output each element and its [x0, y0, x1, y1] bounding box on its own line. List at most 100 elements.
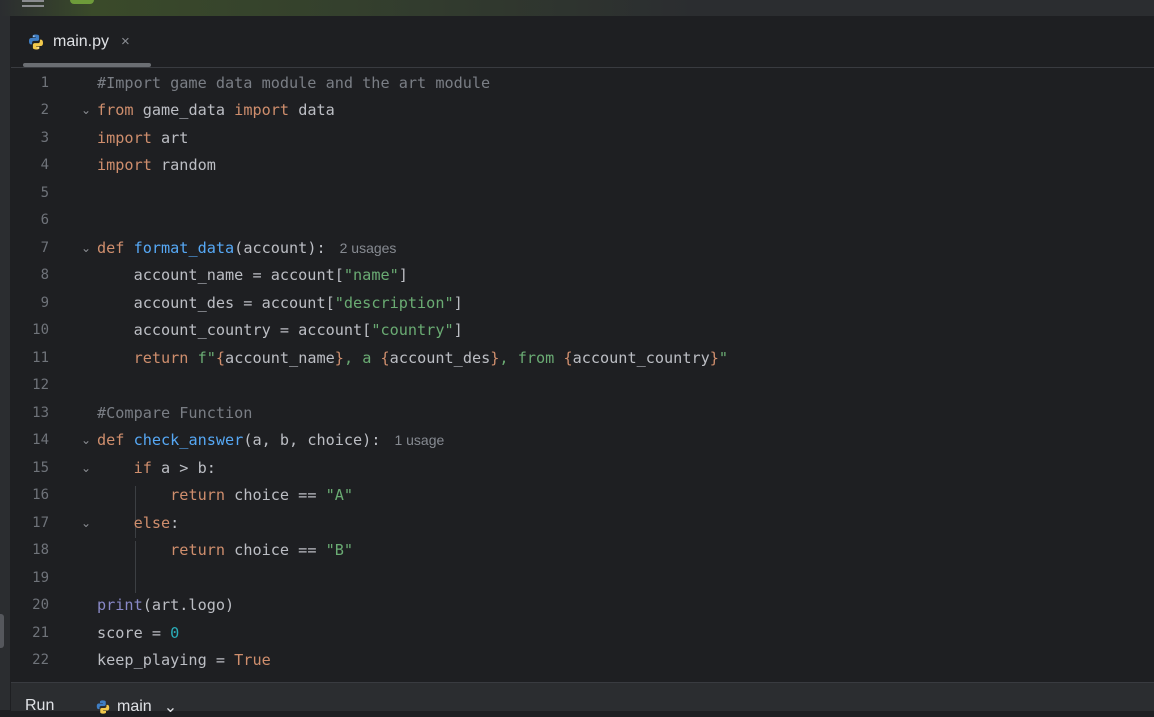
- code-line[interactable]: 6: [11, 207, 1154, 234]
- code-token: #Import game data module and the art mod…: [97, 73, 491, 92]
- code-line[interactable]: 21 score = 0: [11, 620, 1154, 647]
- chevron-down-icon[interactable]: ⌄: [164, 697, 177, 717]
- code-line[interactable]: 2 ⌄ from game_data import data: [11, 97, 1154, 124]
- code-token: format_data: [133, 238, 235, 257]
- code-token: (art.logo): [142, 596, 235, 614]
- line-number[interactable]: 1: [11, 70, 49, 97]
- code-token: "B": [325, 541, 354, 559]
- code-token: f": [197, 348, 216, 367]
- line-number[interactable]: 3: [11, 125, 49, 152]
- python-file-icon: [29, 34, 43, 49]
- tab-main-py[interactable]: main.py ×: [23, 16, 151, 67]
- code-line[interactable]: 20 print(art.logo): [11, 592, 1154, 619]
- fold-toggle-icon[interactable]: ⌄: [79, 427, 93, 454]
- usage-hint[interactable]: 1 usage: [394, 432, 444, 448]
- code-line[interactable]: 16 return choice == "A": [11, 482, 1154, 509]
- line-number[interactable]: 6: [11, 207, 49, 234]
- code-token: a > b:: [151, 458, 216, 477]
- line-number[interactable]: 15: [11, 455, 49, 482]
- code-line[interactable]: 22 keep_playing = True: [11, 647, 1154, 672]
- tool-window-marker[interactable]: [0, 614, 4, 648]
- code-line[interactable]: 13 #Compare Function: [11, 400, 1154, 427]
- code-token: game_data: [133, 101, 235, 119]
- code-line[interactable]: 17 ⌄ else:: [11, 510, 1154, 537]
- code-token: {: [563, 348, 573, 367]
- code-text: #Import game data module and the art mod…: [97, 70, 490, 97]
- line-number[interactable]: 14: [11, 427, 49, 454]
- code-line[interactable]: 8 account_name = account["name"]: [11, 262, 1154, 289]
- code-token: return: [133, 348, 198, 367]
- code-text: #Compare Function: [97, 400, 252, 427]
- line-number[interactable]: 18: [11, 537, 49, 564]
- code-token: score =: [97, 623, 171, 642]
- code-token: return: [170, 486, 226, 504]
- code-token: #Compare Function: [97, 403, 253, 422]
- editor-tab-bar: main.py ×: [11, 16, 1154, 68]
- code-text: def check_answer(a, b, choice): 1 usage: [97, 427, 444, 454]
- line-number[interactable]: 8: [11, 262, 49, 289]
- code-token: }: [334, 348, 344, 367]
- project-icon[interactable]: [70, 0, 94, 4]
- fold-toggle-icon[interactable]: ⌄: [79, 235, 93, 262]
- fold-toggle-icon[interactable]: ⌄: [79, 455, 93, 482]
- line-number[interactable]: 20: [11, 592, 49, 619]
- code-text: account_des = account["description"]: [97, 290, 463, 317]
- line-number[interactable]: 5: [11, 180, 49, 207]
- code-line[interactable]: 10 account_country = account["country"]: [11, 317, 1154, 344]
- close-tab-icon[interactable]: ×: [121, 33, 130, 50]
- code-text: print(art.logo): [97, 592, 234, 619]
- line-number[interactable]: 11: [11, 345, 49, 372]
- tab-label: main.py: [53, 32, 110, 50]
- code-line[interactable]: 9 account_des = account["description"]: [11, 290, 1154, 317]
- line-number[interactable]: 4: [11, 152, 49, 179]
- line-number[interactable]: 13: [11, 400, 49, 427]
- line-number[interactable]: 19: [11, 565, 49, 592]
- active-tab-indicator: [23, 63, 151, 67]
- code-line[interactable]: 3 import art: [11, 125, 1154, 152]
- code-token: choice ==: [225, 541, 326, 559]
- main-menu-icon[interactable]: [22, 0, 44, 7]
- code-line[interactable]: 15 ⌄ if a > b:: [11, 455, 1154, 482]
- line-number[interactable]: 21: [11, 620, 49, 647]
- code-line[interactable]: 7 ⌄ def format_data(account): 2 usages: [11, 235, 1154, 262]
- code-line[interactable]: 5: [11, 180, 1154, 207]
- line-number[interactable]: 10: [11, 317, 49, 344]
- code-token: ": [718, 348, 729, 367]
- code-editor[interactable]: 1 #Import game data module and the art mo…: [11, 68, 1154, 672]
- code-line[interactable]: 14 ⌄ def check_answer(a, b, choice): 1 usag…: [11, 427, 1154, 454]
- run-config-tab[interactable]: main ⌄: [95, 697, 177, 717]
- line-number[interactable]: 2: [11, 97, 49, 124]
- code-token: (a, b, choice):: [243, 431, 381, 449]
- code-token: "country": [371, 321, 454, 339]
- run-tool-window-title[interactable]: Run: [25, 697, 54, 715]
- code-text: def format_data(account): 2 usages: [97, 235, 396, 262]
- fold-toggle-icon[interactable]: ⌄: [79, 510, 93, 537]
- usage-hint[interactable]: 2 usages: [340, 240, 397, 256]
- code-text: import random: [97, 152, 216, 179]
- python-file-icon: [96, 700, 110, 714]
- code-token: (account):: [234, 238, 326, 257]
- code-token: {: [215, 348, 226, 367]
- line-number[interactable]: 22: [11, 647, 49, 672]
- code-text: return f"{account_name}, a {account_des}…: [97, 345, 728, 372]
- code-token: def: [97, 238, 134, 257]
- code-line[interactable]: 18 return choice == "B": [11, 537, 1154, 564]
- code-text: return choice == "B": [97, 537, 353, 564]
- code-token: "name": [343, 266, 399, 284]
- line-number[interactable]: 16: [11, 482, 49, 509]
- code-line[interactable]: 11 return f"{account_name}, a {account_d…: [11, 345, 1154, 372]
- line-number[interactable]: 17: [11, 510, 49, 537]
- code-line[interactable]: 12: [11, 372, 1154, 399]
- code-line[interactable]: 1 #Import game data module and the art mo…: [11, 70, 1154, 97]
- line-number[interactable]: 9: [11, 290, 49, 317]
- code-token: ]: [453, 293, 463, 312]
- code-token: keep_playing =: [97, 651, 235, 669]
- code-line[interactable]: 4 import random: [11, 152, 1154, 179]
- fold-toggle-icon[interactable]: ⌄: [79, 97, 93, 124]
- line-number[interactable]: 7: [11, 235, 49, 262]
- line-number[interactable]: 12: [11, 372, 49, 399]
- code-line[interactable]: 19: [11, 565, 1154, 592]
